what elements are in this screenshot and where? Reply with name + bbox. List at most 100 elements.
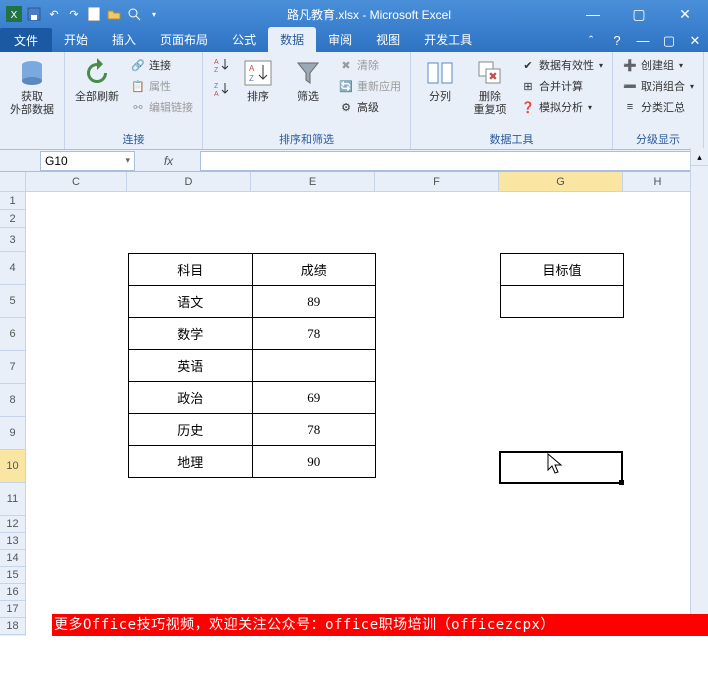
minimize-button[interactable]: — bbox=[570, 0, 616, 28]
tab-7[interactable]: 开发工具 bbox=[412, 27, 484, 52]
row-header-10[interactable]: 10 bbox=[0, 450, 25, 483]
open-icon[interactable] bbox=[106, 6, 122, 22]
print-preview-icon[interactable] bbox=[126, 6, 142, 22]
refresh-icon bbox=[81, 57, 113, 89]
remove-duplicates-button[interactable]: ✖ 删除 重复项 bbox=[467, 55, 513, 119]
text-to-columns-button[interactable]: 分列 bbox=[417, 55, 463, 106]
new-icon[interactable] bbox=[86, 6, 102, 22]
fx-label[interactable]: fx bbox=[137, 151, 201, 171]
subtotal-button[interactable]: ≡分类汇总 bbox=[619, 97, 697, 117]
tab-4[interactable]: 数据 bbox=[268, 27, 316, 52]
target-value-cell[interactable] bbox=[501, 286, 624, 318]
table-cell[interactable]: 语文 bbox=[129, 286, 253, 318]
column-headers: CDEFGH bbox=[26, 172, 708, 192]
tab-2[interactable]: 页面布局 bbox=[148, 27, 220, 52]
ribbon-group-outline: ➕创建组▾ ➖取消组合▾ ≡分类汇总 分级显示 bbox=[613, 52, 704, 149]
advanced-filter-button[interactable]: ⚙高级 bbox=[335, 97, 404, 117]
tab-0[interactable]: 开始 bbox=[52, 27, 100, 52]
table-cell[interactable]: 69 bbox=[252, 382, 376, 414]
reapply-button[interactable]: 🔄重新应用 bbox=[335, 76, 404, 96]
table-header-cell[interactable]: 成绩 bbox=[252, 254, 376, 286]
group-button[interactable]: ➕创建组▾ bbox=[619, 55, 697, 75]
sort-asc-button[interactable]: AZ bbox=[209, 55, 231, 75]
table-cell[interactable]: 78 bbox=[252, 414, 376, 446]
tab-1[interactable]: 插入 bbox=[100, 27, 148, 52]
get-external-data-button[interactable]: 获取 外部数据 bbox=[6, 55, 58, 119]
col-header-F[interactable]: F bbox=[375, 172, 499, 191]
vertical-scrollbar[interactable]: ▴ bbox=[690, 148, 708, 614]
properties-button[interactable]: 📋属性 bbox=[127, 76, 196, 96]
get-external-data-label: 获取 外部数据 bbox=[10, 91, 54, 117]
row-header-4[interactable]: 4 bbox=[0, 252, 25, 285]
ungroup-button[interactable]: ➖取消组合▾ bbox=[619, 76, 697, 96]
row-header-3[interactable]: 3 bbox=[0, 228, 25, 252]
connections-button[interactable]: 🔗连接 bbox=[127, 55, 196, 75]
table-cell[interactable]: 英语 bbox=[129, 350, 253, 382]
undo-icon[interactable]: ↶ bbox=[46, 6, 62, 22]
tab-file[interactable]: 文件 bbox=[0, 28, 52, 52]
name-box[interactable]: ▾ bbox=[40, 151, 135, 171]
row-header-17[interactable]: 17 bbox=[0, 601, 25, 618]
tab-3[interactable]: 公式 bbox=[220, 27, 268, 52]
sort-desc-button[interactable]: ZA bbox=[209, 79, 231, 99]
row-header-2[interactable]: 2 bbox=[0, 210, 25, 228]
save-icon[interactable] bbox=[26, 6, 42, 22]
table-cell[interactable]: 90 bbox=[252, 446, 376, 478]
tab-6[interactable]: 视图 bbox=[364, 27, 412, 52]
col-header-E[interactable]: E bbox=[251, 172, 375, 191]
row-header-1[interactable]: 1 bbox=[0, 192, 25, 210]
clear-filter-button[interactable]: ✖清除 bbox=[335, 55, 404, 75]
data-validation-button[interactable]: ✔数据有效性▾ bbox=[517, 55, 606, 75]
col-header-H[interactable]: H bbox=[623, 172, 693, 191]
row-header-14[interactable]: 14 bbox=[0, 550, 25, 567]
select-all-corner[interactable] bbox=[0, 172, 25, 192]
sort-button[interactable]: AZ 排序 bbox=[235, 55, 281, 106]
doc-close-button[interactable]: ✕ bbox=[684, 30, 706, 52]
table-cell[interactable]: 数学 bbox=[129, 318, 253, 350]
row-header-15[interactable]: 15 bbox=[0, 567, 25, 584]
formula-input[interactable] bbox=[201, 151, 708, 171]
table-cell[interactable]: 历史 bbox=[129, 414, 253, 446]
filter-button[interactable]: 筛选 bbox=[285, 55, 331, 106]
qat-dropdown-icon[interactable]: ▾ bbox=[146, 6, 162, 22]
row-header-12[interactable]: 12 bbox=[0, 516, 25, 533]
refresh-all-button[interactable]: 全部刷新 bbox=[71, 55, 123, 106]
help-button[interactable]: ? bbox=[606, 30, 628, 52]
table-cell[interactable]: 78 bbox=[252, 318, 376, 350]
minimize-ribbon-button[interactable]: ˆ bbox=[580, 30, 602, 52]
scroll-up-button[interactable]: ▴ bbox=[691, 148, 708, 166]
row-header-6[interactable]: 6 bbox=[0, 318, 25, 351]
data-tools-group-label: 数据工具 bbox=[417, 129, 606, 147]
what-if-button[interactable]: ❓模拟分析▾ bbox=[517, 97, 606, 117]
ribbon-group-data-tools: 分列 ✖ 删除 重复项 ✔数据有效性▾ ⊞合并计算 ❓模拟分析▾ 数据工具 bbox=[411, 52, 613, 149]
doc-min-button[interactable]: — bbox=[632, 30, 654, 52]
restore-button[interactable]: ▢ bbox=[616, 0, 662, 28]
edit-links-button[interactable]: ⚯编辑链接 bbox=[127, 97, 196, 117]
table-cell[interactable]: 政治 bbox=[129, 382, 253, 414]
col-header-C[interactable]: C bbox=[26, 172, 127, 191]
name-box-input[interactable] bbox=[45, 154, 115, 168]
col-header-D[interactable]: D bbox=[127, 172, 251, 191]
row-header-7[interactable]: 7 bbox=[0, 351, 25, 384]
doc-restore-button[interactable]: ▢ bbox=[658, 30, 680, 52]
row-header-8[interactable]: 8 bbox=[0, 384, 25, 417]
row-header-5[interactable]: 5 bbox=[0, 285, 25, 318]
row-header-18[interactable]: 18 bbox=[0, 618, 25, 635]
name-box-dropdown-icon[interactable]: ▾ bbox=[125, 155, 130, 166]
row-header-11[interactable]: 11 bbox=[0, 483, 25, 516]
row-header-16[interactable]: 16 bbox=[0, 584, 25, 601]
col-header-G[interactable]: G bbox=[499, 172, 623, 191]
consolidate-button[interactable]: ⊞合并计算 bbox=[517, 76, 606, 96]
close-button[interactable]: ✕ bbox=[662, 0, 708, 28]
table-cell[interactable]: 地理 bbox=[129, 446, 253, 478]
tab-5[interactable]: 审阅 bbox=[316, 27, 364, 52]
row-header-13[interactable]: 13 bbox=[0, 533, 25, 550]
row-header-9[interactable]: 9 bbox=[0, 417, 25, 450]
cells[interactable]: 科目成绩语文89数学78英语政治69历史78地理90 目标值 更多Office技… bbox=[26, 192, 708, 636]
svg-text:A: A bbox=[214, 59, 219, 66]
table-cell[interactable] bbox=[252, 350, 376, 382]
redo-icon[interactable]: ↷ bbox=[66, 6, 82, 22]
table-cell[interactable]: 89 bbox=[252, 286, 376, 318]
target-header-cell[interactable]: 目标值 bbox=[501, 254, 624, 286]
table-header-cell[interactable]: 科目 bbox=[129, 254, 253, 286]
